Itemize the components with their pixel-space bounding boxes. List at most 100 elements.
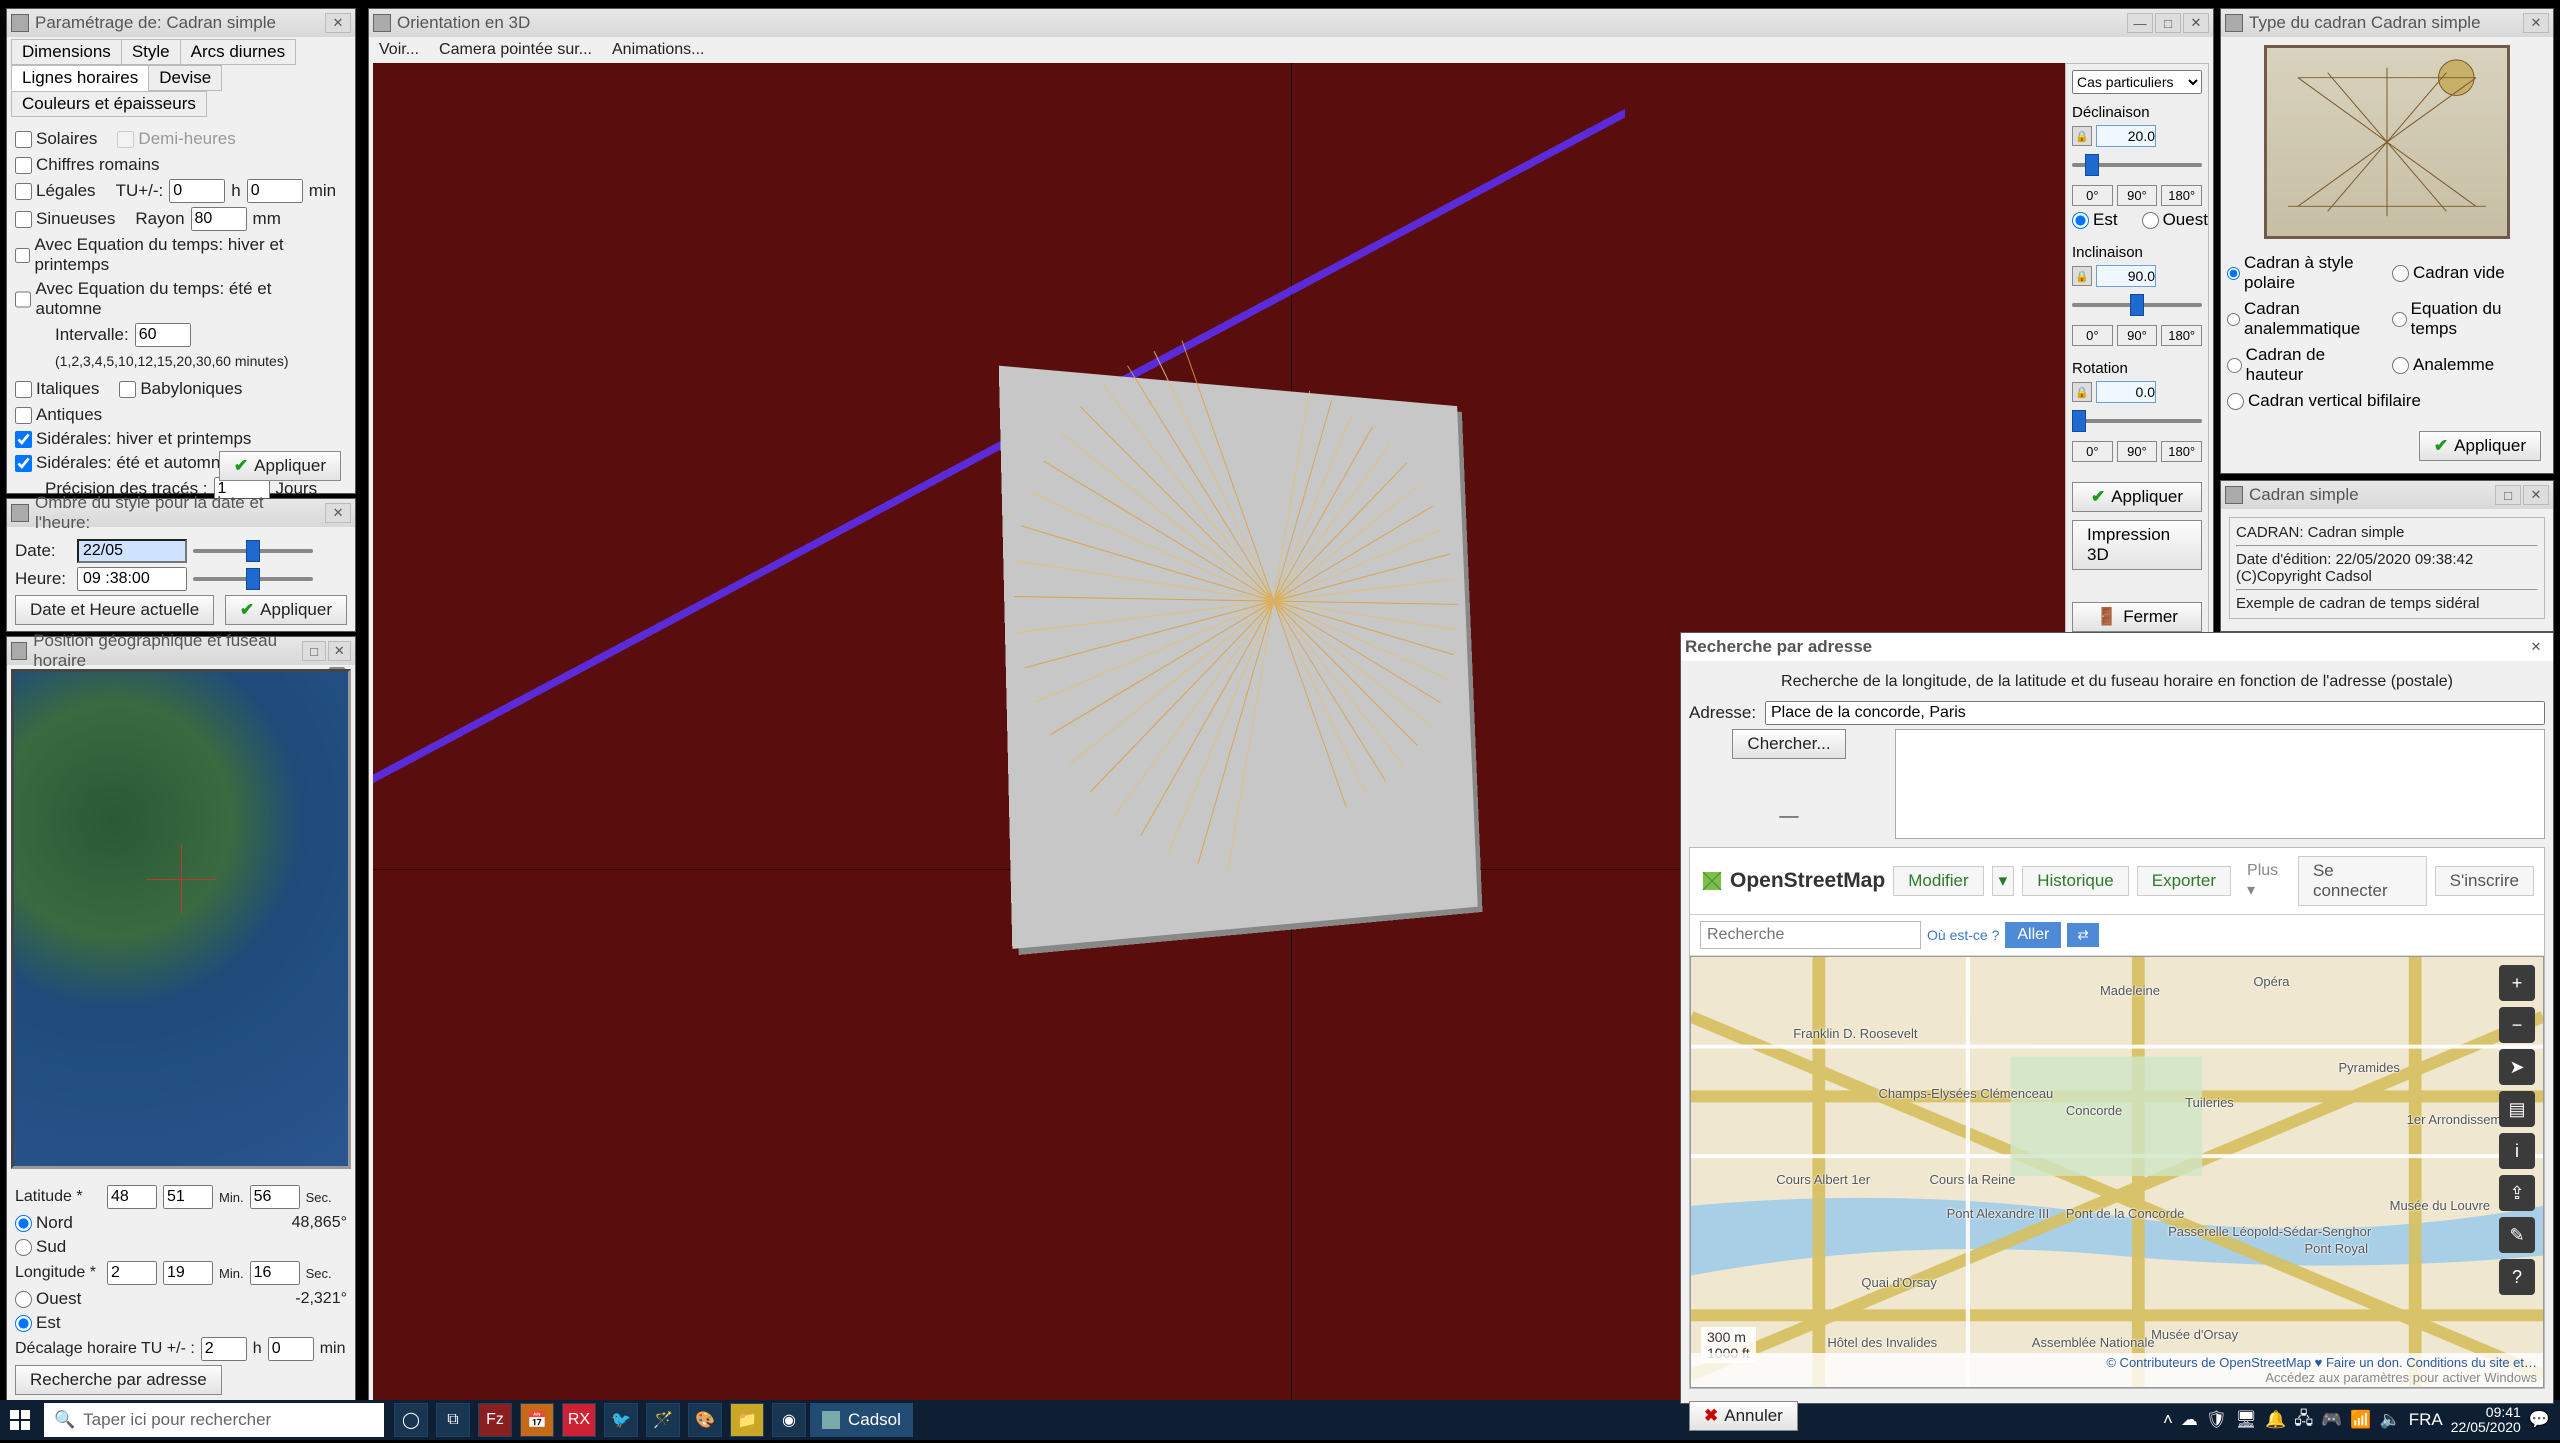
addr-result[interactable]	[1895, 729, 2545, 839]
rb-bifilaire[interactable]: Cadran vertical bifilaire	[2227, 391, 2533, 411]
cb-sid-hiver[interactable]: Sidérales: hiver et printemps	[15, 429, 251, 449]
decl-lock-icon[interactable]: 🔒	[2072, 126, 2092, 146]
menu-camera[interactable]: Camera pointée sur...	[439, 41, 592, 59]
osm-modifier-dd[interactable]: ▾	[1992, 866, 2015, 896]
taskbar-search[interactable]: 🔍Taper ici pour rechercher	[44, 1403, 384, 1437]
osm-aller-button[interactable]: Aller	[2005, 922, 2061, 948]
cb-eq-hiver[interactable]: Avec Equation du temps: hiver et printem…	[15, 235, 333, 275]
incl-lock-icon[interactable]: 🔒	[2072, 266, 2092, 286]
map-zoom-out[interactable]: −	[2499, 1007, 2535, 1043]
orient-apply-button[interactable]: ✔Appliquer	[2072, 482, 2202, 512]
close-button[interactable]: ✕	[325, 13, 351, 33]
map-share-icon[interactable]: ⇪	[2499, 1175, 2535, 1211]
chrome-icon[interactable]: ◉	[772, 1403, 806, 1437]
tab-arcs[interactable]: Arcs diurnes	[180, 39, 296, 65]
cb-babyloniques[interactable]: Babyloniques	[119, 379, 242, 399]
rb-decl-est[interactable]: Est	[2072, 210, 2118, 230]
decl-90[interactable]: 90°	[2117, 185, 2158, 206]
tu-hours[interactable]	[169, 179, 225, 203]
param-apply-button[interactable]: ✔Appliquer	[219, 451, 341, 481]
osm-where[interactable]: Où est-ce ?	[1927, 927, 1999, 943]
type-apply-button[interactable]: ✔Appliquer	[2419, 431, 2541, 461]
heure-input[interactable]	[77, 567, 187, 591]
maximize-button[interactable]: □	[2155, 13, 2181, 33]
pinned-app-3[interactable]: RX	[562, 1403, 596, 1437]
cb-antiques[interactable]: Antiques	[15, 405, 102, 425]
task-cadsol[interactable]: Cadsol	[810, 1403, 913, 1437]
incl-90[interactable]: 90°	[2117, 325, 2158, 346]
osm-historique[interactable]: Historique	[2022, 866, 2129, 896]
rb-est[interactable]: Est	[15, 1313, 61, 1333]
lat-deg[interactable]	[107, 1185, 157, 1209]
rb-nord[interactable]: Nord	[15, 1213, 73, 1233]
rb-vide[interactable]: Cadran vide	[2392, 253, 2533, 293]
incl-0[interactable]: 0°	[2072, 325, 2113, 346]
start-button[interactable]	[0, 1400, 40, 1440]
cb-sinueuses[interactable]: Sinueuses	[15, 209, 115, 229]
rb-ouest[interactable]: Ouest	[15, 1289, 81, 1309]
map-layers-icon[interactable]: ▤	[2499, 1091, 2535, 1127]
map-query-icon[interactable]: ?	[2499, 1259, 2535, 1295]
rb-analemme[interactable]: Analemme	[2392, 345, 2533, 385]
rot-0[interactable]: 0°	[2072, 441, 2113, 462]
rb-eqtemps[interactable]: Equation du temps	[2392, 299, 2533, 339]
rb-polaire[interactable]: Cadran à style polaire	[2227, 253, 2368, 293]
close-button[interactable]: ✕	[2183, 13, 2209, 33]
close-button[interactable]: ✕	[2523, 13, 2549, 33]
taskview-icon[interactable]: ⧉	[436, 1403, 470, 1437]
lon-deg[interactable]	[107, 1261, 157, 1285]
osm-modifier[interactable]: Modifier	[1893, 866, 1983, 896]
heure-slider[interactable]	[193, 569, 313, 589]
shadow-apply-button[interactable]: ✔Appliquer	[225, 595, 347, 625]
rot-90[interactable]: 90°	[2117, 441, 2158, 462]
close-button[interactable]: ✕	[325, 503, 351, 523]
lon-min[interactable]	[163, 1261, 213, 1285]
rot-lock-icon[interactable]: 🔒	[2072, 382, 2092, 402]
tu-min[interactable]	[247, 179, 303, 203]
intervalle-input[interactable]	[135, 323, 191, 347]
osm-exporter[interactable]: Exporter	[2137, 866, 2231, 896]
cb-sid-ete[interactable]: Sidérales: été et automne	[15, 453, 230, 473]
tab-dimensions[interactable]: Dimensions	[11, 39, 122, 65]
cas-select[interactable]: Cas particuliers	[2072, 70, 2202, 94]
lat-sec[interactable]	[250, 1185, 300, 1209]
incl-180[interactable]: 180°	[2161, 325, 2202, 346]
decl-180[interactable]: 180°	[2161, 185, 2202, 206]
cb-legales[interactable]: Légales	[15, 181, 96, 201]
chercher-button[interactable]: Chercher...	[1732, 729, 1845, 759]
close-button[interactable]: ✕	[2523, 637, 2549, 657]
geo-search-button[interactable]: Recherche par adresse	[15, 1365, 222, 1395]
decl-slider[interactable]	[2072, 155, 2202, 175]
menu-animations[interactable]: Animations...	[612, 41, 704, 59]
pinned-app-1[interactable]: Fz	[478, 1403, 512, 1437]
map-zoom-in[interactable]: +	[2499, 965, 2535, 1001]
lon-sec[interactable]	[250, 1261, 300, 1285]
maximize-button[interactable]: □	[302, 641, 325, 661]
pinned-app-6[interactable]: 🎨	[688, 1403, 722, 1437]
rb-sud[interactable]: Sud	[15, 1237, 66, 1257]
osm-plus[interactable]: Plus ▾	[2247, 862, 2290, 900]
tab-style[interactable]: Style	[121, 39, 181, 65]
pinned-app-5[interactable]: 🪄	[646, 1403, 680, 1437]
minimize-button[interactable]: —	[2127, 13, 2153, 33]
map-key-icon[interactable]: i	[2499, 1133, 2535, 1169]
osm-seconnecter[interactable]: Se connecter	[2298, 856, 2427, 906]
addr-cancel-button[interactable]: ✖Annuler	[1689, 1401, 1798, 1431]
rot-slider[interactable]	[2072, 411, 2202, 431]
print3d-button[interactable]: Impression 3D	[2072, 520, 2202, 570]
rot-input[interactable]	[2096, 381, 2156, 403]
tab-devise[interactable]: Devise	[148, 65, 222, 91]
pinned-app-4[interactable]: 🐦	[604, 1403, 638, 1437]
pinned-app-2[interactable]: 📅	[520, 1403, 554, 1437]
tz-m[interactable]	[268, 1337, 314, 1361]
map-locate-icon[interactable]: ➤	[2499, 1049, 2535, 1085]
rot-180[interactable]: 180°	[2161, 441, 2202, 462]
close-button[interactable]: ✕	[2523, 485, 2549, 505]
osm-map[interactable]: MadeleineOpéraFranklin D. RooseveltChamp…	[1690, 956, 2544, 1388]
explorer-icon[interactable]: 📁	[730, 1403, 764, 1437]
tz-h[interactable]	[201, 1337, 247, 1361]
osm-search-input[interactable]	[1700, 921, 1921, 949]
rayon-input[interactable]	[191, 207, 247, 231]
orient-close-button[interactable]: 🚪Fermer	[2072, 602, 2202, 632]
osm-sinscrire[interactable]: S'inscrire	[2435, 866, 2534, 896]
